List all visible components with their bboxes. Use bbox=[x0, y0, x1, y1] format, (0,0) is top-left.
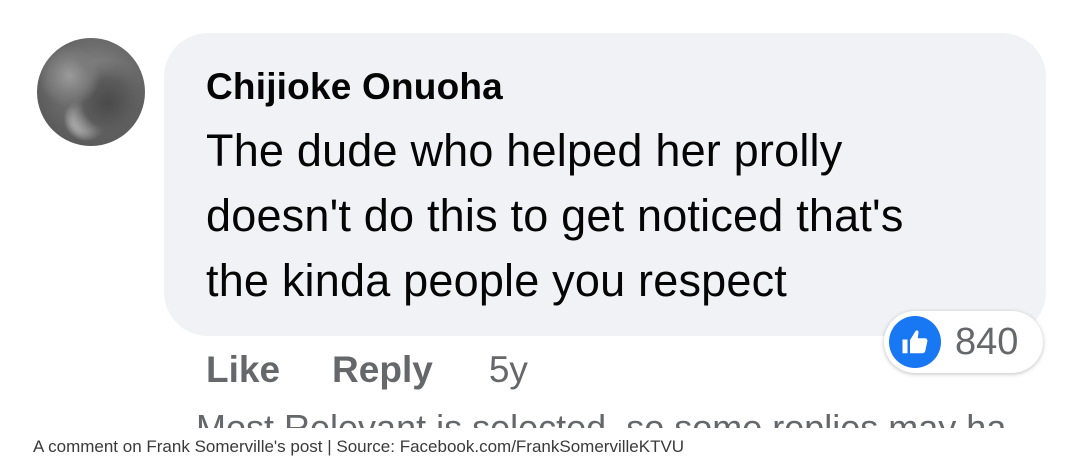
comment-line: The dude who helped her prolly bbox=[206, 125, 843, 176]
comment-actions: Like Reply 5y bbox=[206, 345, 528, 395]
like-button[interactable]: Like bbox=[206, 349, 280, 391]
comment-line: doesn't do this to get noticed that's bbox=[206, 190, 904, 241]
avatar[interactable] bbox=[37, 38, 145, 146]
reaction-summary[interactable]: 840 bbox=[884, 311, 1043, 373]
comment-author[interactable]: Chijioke Onuoha bbox=[206, 66, 503, 108]
comment-line: the kinda people you respect bbox=[206, 255, 787, 306]
reaction-count: 840 bbox=[955, 320, 1019, 363]
image-caption: A comment on Frank Somerville's post | S… bbox=[33, 437, 685, 456]
reply-button[interactable]: Reply bbox=[332, 349, 433, 391]
comment-timestamp[interactable]: 5y bbox=[489, 349, 528, 391]
reply-filter-notice-text: Most Relevant is selected, so some repli… bbox=[196, 407, 1007, 428]
thumbs-up-icon bbox=[889, 316, 941, 368]
comment-body: The dude who helped her prolly doesn't d… bbox=[206, 118, 1026, 313]
reply-filter-notice: Most Relevant is selected, so some repli… bbox=[196, 403, 1076, 428]
